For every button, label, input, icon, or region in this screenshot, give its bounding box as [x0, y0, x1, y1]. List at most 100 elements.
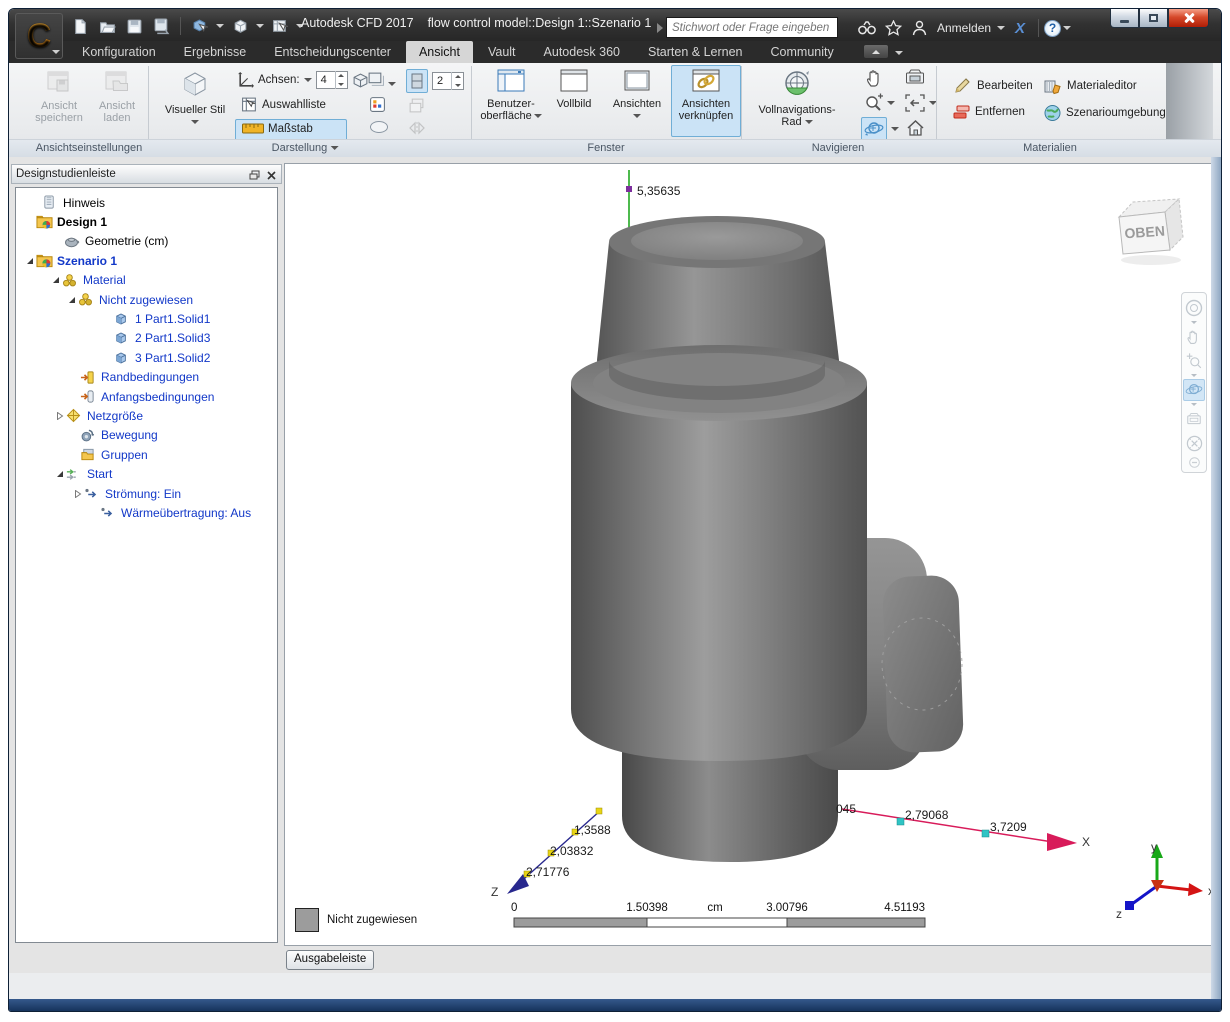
tree-item-label[interactable]: Randbedingungen — [101, 370, 199, 384]
search-input[interactable] — [666, 17, 838, 38]
user-interface-button[interactable]: Benutzer-oberfläche — [477, 65, 545, 137]
orbit-tool-icon[interactable] — [1183, 379, 1205, 401]
visual-style-quick-button[interactable] — [229, 15, 251, 37]
tree-item-label[interactable]: Wärmeübertragung: Aus — [121, 506, 251, 520]
tree-item-label[interactable]: 1 Part1.Solid1 — [135, 312, 210, 326]
tree-item-label[interactable]: Szenario 1 — [57, 254, 117, 268]
model-side-port-face[interactable] — [882, 575, 964, 754]
tab-autodesk-360[interactable]: Autodesk 360 — [531, 41, 633, 63]
close-panel-icon[interactable] — [264, 168, 278, 182]
maximize-button[interactable] — [1139, 9, 1168, 28]
float-panel-icon[interactable] — [247, 168, 261, 182]
navbar-collapse-icon[interactable] — [1183, 456, 1205, 468]
signin-label[interactable]: Anmelden — [937, 21, 991, 35]
tree-item-label[interactable]: Netzgröße — [87, 409, 143, 423]
selection-list-control[interactable]: Auswahlliste — [241, 96, 326, 113]
user-avatar-icon[interactable] — [907, 17, 931, 39]
tree-item-anfangsbedingungen[interactable]: Anfangsbedingungen — [16, 387, 277, 406]
scale-toggle-button[interactable]: Maßstab — [235, 119, 347, 141]
pan-button[interactable] — [865, 68, 885, 93]
tree-item-szenario-1[interactable]: Szenario 1 — [16, 251, 277, 270]
perspective-control[interactable] — [367, 71, 397, 93]
zoom-tool-caret-icon[interactable] — [1191, 374, 1197, 377]
tree-expanded-icon[interactable] — [54, 470, 66, 478]
orbit-tool-caret-icon[interactable] — [1191, 403, 1197, 406]
tree-item-label[interactable]: Design 1 — [57, 215, 107, 229]
tree-expanded-icon[interactable] — [50, 276, 62, 284]
tree-item-label[interactable]: Start — [87, 467, 112, 481]
output-bar-button[interactable]: Ausgabeleiste — [286, 950, 375, 970]
window-layout-button[interactable] — [406, 69, 428, 93]
tree-item-label[interactable]: Hinweis — [63, 196, 105, 210]
save-as-button[interactable] — [150, 15, 172, 37]
axes-count-spinner[interactable]: 4 — [315, 71, 348, 89]
tab-community[interactable]: Community — [758, 41, 847, 63]
tree-item-randbedingungen[interactable]: Randbedingungen — [16, 368, 277, 387]
clone-view-control[interactable] — [408, 97, 425, 119]
window-count-control[interactable]: 2 — [432, 72, 464, 90]
zoom-caret-icon[interactable] — [887, 101, 895, 105]
tree-item-3-part1-solid2[interactable]: 3 Part1.Solid2 — [16, 348, 277, 367]
tree-item-1-part1-solid1[interactable]: 1 Part1.Solid1 — [16, 309, 277, 328]
help-dropdown-caret-icon[interactable] — [1063, 26, 1072, 30]
zoom-extents-button[interactable] — [905, 94, 937, 117]
visual-style-button[interactable]: Visueller Stil — [159, 65, 231, 137]
pan-tool-icon[interactable] — [1183, 326, 1205, 348]
ribbon-collapse-button[interactable] — [862, 44, 889, 59]
tree-item-strömung-ein[interactable]: Strömung: Ein — [16, 484, 277, 503]
views-button[interactable]: Ansichten — [607, 65, 667, 137]
outline-control[interactable] — [369, 120, 389, 139]
tree-item-hinweis[interactable]: Hinweis — [16, 193, 277, 212]
appearance-control[interactable] — [369, 96, 386, 118]
tree-item-label[interactable]: 2 Part1.Solid3 — [135, 331, 210, 345]
group-label[interactable]: Darstellung — [272, 142, 339, 154]
close-button[interactable] — [1168, 9, 1209, 28]
ribbon-collapse-caret-icon[interactable] — [894, 51, 903, 55]
favorites-star-icon[interactable] — [881, 17, 905, 39]
search-expand-icon[interactable] — [657, 22, 663, 33]
zoom-button[interactable] — [863, 93, 895, 118]
tree-expanded-icon[interactable] — [66, 296, 78, 304]
axes-dropdown-caret-icon[interactable] — [303, 78, 312, 82]
tab-ergebnisse[interactable]: Ergebnisse — [171, 41, 260, 63]
tree-item-label[interactable]: Material — [83, 273, 126, 287]
model-main-body[interactable] — [571, 383, 867, 761]
look-tool-icon[interactable] — [1183, 408, 1205, 430]
help-icon[interactable]: ? — [1044, 19, 1062, 37]
tree-item-start[interactable]: Start — [16, 464, 277, 483]
material-editor-button[interactable]: Materialeditor — [1043, 77, 1137, 95]
tree-item-netzgröße[interactable]: Netzgröße — [16, 406, 277, 425]
tree-item-geometrie-cm-[interactable]: Geometrie (cm) — [16, 232, 277, 251]
tree-item-label[interactable]: Anfangsbedingungen — [101, 390, 214, 404]
open-file-button[interactable] — [96, 15, 118, 37]
flat-view-icon[interactable] — [352, 72, 369, 89]
selection-dropdown-caret-icon[interactable] — [216, 24, 224, 28]
axes-control[interactable]: Achsen: 4 — [237, 71, 381, 89]
tree-item-label[interactable]: Strömung: Ein — [105, 487, 181, 501]
tree-item-label[interactable]: Geometrie (cm) — [85, 234, 168, 248]
navwheel-caret-icon[interactable] — [1191, 321, 1197, 324]
tree-item-gruppen[interactable]: Gruppen — [16, 445, 277, 464]
zoom-tool-icon[interactable] — [1183, 350, 1205, 372]
orbit-button[interactable] — [861, 117, 887, 141]
orbit-caret-icon[interactable] — [891, 127, 899, 131]
tree-item-label[interactable]: Nicht zugewiesen — [99, 293, 193, 307]
minimize-button[interactable] — [1110, 9, 1139, 28]
new-file-button[interactable] — [69, 15, 91, 37]
tree-item-2-part1-solid3[interactable]: 2 Part1.Solid3 — [16, 329, 277, 348]
tree-item-bewegung[interactable]: Bewegung — [16, 426, 277, 445]
selection-list-button[interactable] — [269, 15, 291, 37]
save-view-button[interactable]: Ansicht speichern — [31, 65, 87, 137]
visual-style-dropdown-caret-icon[interactable] — [256, 24, 264, 28]
exchange-apps-icon[interactable]: X — [1015, 20, 1025, 37]
tree-item-nicht-zugewiesen[interactable]: Nicht zugewiesen — [16, 290, 277, 309]
tree-item-label[interactable]: Gruppen — [101, 448, 148, 462]
tree-item-material[interactable]: Material — [16, 271, 277, 290]
tree-expanded-icon[interactable] — [24, 257, 36, 265]
tab-konfiguration[interactable]: Konfiguration — [69, 41, 169, 63]
navigation-wheel-button[interactable]: Vollnavigations- Rad — [749, 65, 845, 137]
zoom-extents-tool-icon[interactable] — [1183, 432, 1205, 454]
viewcube-face-label[interactable]: OBEN — [1124, 223, 1165, 242]
tab-starten-lernen[interactable]: Starten & Lernen — [635, 41, 756, 63]
window-count-spinner[interactable]: 2 — [432, 72, 464, 90]
